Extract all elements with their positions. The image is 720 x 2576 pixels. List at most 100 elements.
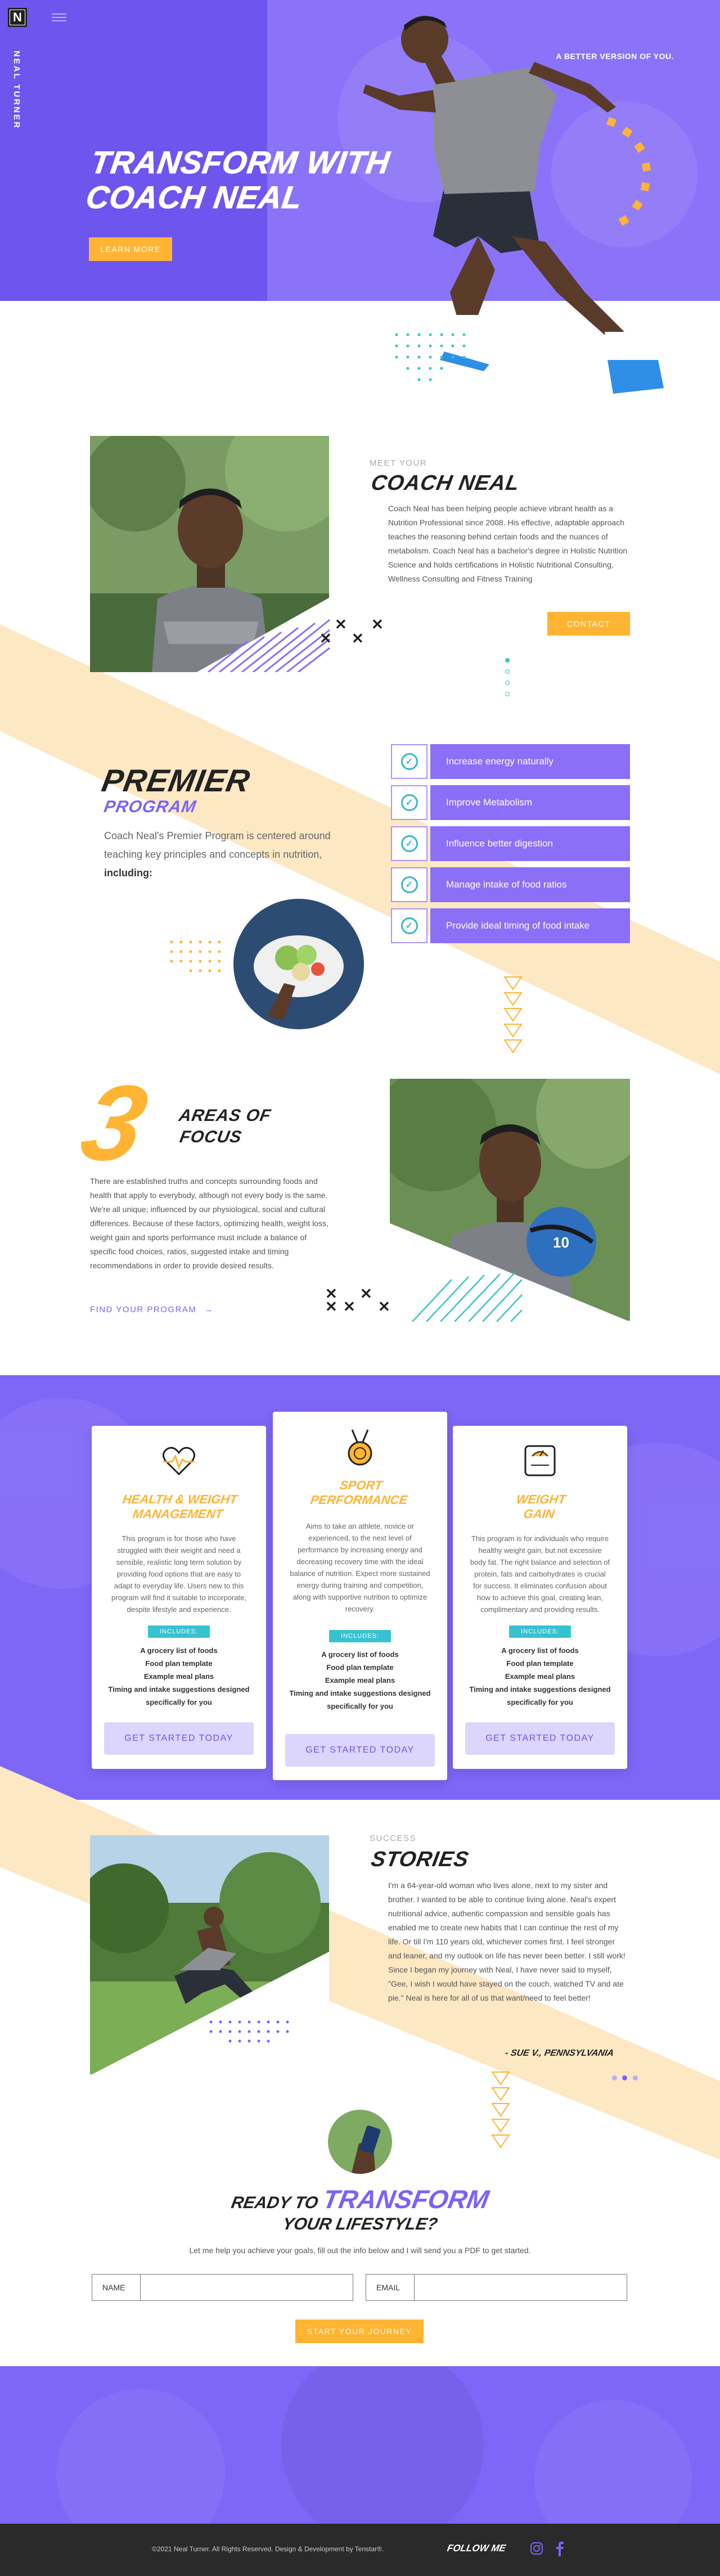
carousel-dot[interactable] xyxy=(505,658,510,663)
heart-rate-icon xyxy=(163,1447,195,1476)
email-field[interactable]: EMAIL xyxy=(366,2274,627,2301)
get-started-button[interactable]: GET STARTED TODAY xyxy=(104,1722,254,1755)
premier-title: PREMIER xyxy=(99,763,253,798)
stories-quote: I'm a 64-year-old woman who lives alone,… xyxy=(388,1881,626,2002)
find-program-label: FIND YOUR PROGRAM xyxy=(90,1305,197,1314)
carousel-dot[interactable] xyxy=(505,692,510,696)
check-box: ✓ xyxy=(391,826,428,861)
footer-copyright: ©2021 Neal Turner. All Rights Reserved. … xyxy=(152,2545,384,2553)
premier-item-label: Improve Metabolism xyxy=(430,785,630,820)
hatched-triangle xyxy=(390,1223,630,1322)
facebook-icon[interactable] xyxy=(556,2542,565,2556)
salad-bowl-image xyxy=(233,899,364,1029)
includes-item: Timing and intake suggestions designed s… xyxy=(289,1689,431,1710)
premier-item: ✓ Increase energy naturally xyxy=(391,744,630,779)
testimonial-dot[interactable] xyxy=(632,2075,638,2080)
areas-title-line2: FOCUS xyxy=(178,1128,244,1146)
program-card-desc: This program is for individuals who requ… xyxy=(470,1534,610,1614)
decorative-triangle-stack xyxy=(503,976,523,1053)
premier-item: ✓ Influence better digestion xyxy=(391,826,630,861)
areas-number: 3 xyxy=(71,1064,157,1183)
premier-item: ✓ Manage intake of food ratios xyxy=(391,867,630,902)
premier-item-label: Increase energy naturally xyxy=(430,744,630,779)
carousel-dot[interactable] xyxy=(505,669,510,674)
stories-eyebrow: SUCCESS xyxy=(370,1834,417,1843)
includes-item: Example meal plans xyxy=(143,1672,214,1681)
program-card-title-line2: PERFORMANCE xyxy=(309,1493,409,1507)
cta-title-pre: READY TO xyxy=(230,2194,320,2212)
name-field-label: NAME xyxy=(92,2275,141,2300)
footer-follow-label: FOLLOW ME xyxy=(446,2543,507,2554)
check-box: ✓ xyxy=(391,744,428,779)
bottom-bg-foliage xyxy=(534,2400,692,2524)
areas-title-line1: AREAS OF xyxy=(177,1106,273,1125)
program-card-title-line1: WEIGHT xyxy=(515,1492,567,1506)
check-box: ✓ xyxy=(391,785,428,820)
includes-item: A grocery list of foods xyxy=(321,1650,399,1659)
get-started-button[interactable]: GET STARTED TODAY xyxy=(465,1722,615,1755)
page: N NEAL TURNER A BETTER VERSION OF YOU. T… xyxy=(0,0,720,2576)
get-started-button[interactable]: GET STARTED TODAY xyxy=(285,1734,435,1767)
arrow-right-icon: → xyxy=(204,1305,214,1314)
decorative-dot-grid xyxy=(209,2020,289,2043)
start-journey-button[interactable]: START YOUR JOURNEY xyxy=(295,2320,424,2343)
check-box: ✓ xyxy=(391,908,428,943)
menu-icon[interactable] xyxy=(52,13,66,21)
carousel-dot[interactable] xyxy=(505,681,510,685)
includes-item: Food plan template xyxy=(506,1659,574,1668)
logo[interactable]: N xyxy=(8,8,27,27)
premier-item-label: Influence better digestion xyxy=(430,826,630,861)
decorative-dot-grid xyxy=(395,333,466,381)
premier-intro-text: Coach Neal's Premier Program is centered… xyxy=(104,830,331,860)
phone-hand-image xyxy=(326,2108,394,2176)
bottom-image-band xyxy=(0,2366,720,2524)
testimonial-dot[interactable] xyxy=(622,2075,628,2080)
includes-list: A grocery list of foods Food plan templa… xyxy=(103,1644,255,1709)
premier-item-label: Manage intake of food ratios xyxy=(430,867,630,902)
program-card-title: SPORT PERFORMANCE xyxy=(271,1478,449,1507)
program-card-desc: Aims to take an athlete, novice or exper… xyxy=(290,1522,430,1613)
x-mark-icon: ✕ xyxy=(371,616,384,633)
scale-icon xyxy=(524,1445,556,1476)
premier-intro: Coach Neal's Premier Program is centered… xyxy=(104,827,340,882)
x-mark-icon: ✕ xyxy=(325,1298,338,1315)
logo-bar: N NEAL TURNER xyxy=(0,0,34,301)
includes-item: Food plan template xyxy=(326,1663,394,1672)
bottom-bg-foliage xyxy=(56,2389,225,2524)
areas-title: AREAS OF FOCUS xyxy=(173,1105,273,1148)
testimonial-dots xyxy=(612,2073,638,2083)
name-field[interactable]: NAME xyxy=(92,2274,353,2301)
program-card-title-line1: HEALTH & WEIGHT xyxy=(122,1492,238,1506)
hatched-triangle xyxy=(197,596,332,672)
x-mark-icon: ✕ xyxy=(360,1285,372,1302)
logo-letter: N xyxy=(13,10,22,24)
about-title: COACH NEAL xyxy=(369,471,522,495)
areas-body: There are established truths and concept… xyxy=(90,1177,328,1270)
checkmark-icon: ✓ xyxy=(400,753,418,770)
learn-more-button[interactable]: LEARN MORE xyxy=(89,237,172,261)
includes-badge: INCLUDES: xyxy=(509,1625,571,1638)
includes-item: A grocery list of foods xyxy=(501,1646,579,1655)
premier-intro-bold: including: xyxy=(104,867,152,879)
medal-icon xyxy=(348,1429,372,1466)
program-card-title-line2: GAIN xyxy=(522,1507,556,1521)
instagram-icon[interactable] xyxy=(530,2542,543,2555)
includes-badge: INCLUDES: xyxy=(329,1630,391,1642)
contact-button[interactable]: CONTACT xyxy=(547,612,630,636)
includes-item: Example meal plans xyxy=(505,1672,575,1681)
cta-title: READY TO TRANSFORM xyxy=(0,2185,720,2214)
x-mark-icon: ✕ xyxy=(335,616,347,633)
includes-item: Food plan template xyxy=(145,1659,213,1668)
checkmark-icon: ✓ xyxy=(400,917,418,934)
find-program-link[interactable]: FIND YOUR PROGRAM → xyxy=(90,1305,214,1314)
includes-list: A grocery list of foods Food plan templa… xyxy=(464,1644,616,1709)
includes-item: A grocery list of foods xyxy=(140,1646,218,1655)
brand-vertical-name: NEAL TURNER xyxy=(12,51,21,130)
about-body: Coach Neal has been helping people achie… xyxy=(388,504,628,583)
program-card-desc: This program is for those who have strug… xyxy=(111,1534,246,1614)
x-mark-icon: ✕ xyxy=(352,630,364,647)
footer: ©2021 Neal Turner. All Rights Reserved. … xyxy=(0,2524,720,2576)
about-eyebrow: MEET YOUR xyxy=(370,458,428,468)
testimonial-dot[interactable] xyxy=(612,2075,617,2080)
program-card-title: WEIGHT GAIN xyxy=(451,1492,629,1521)
